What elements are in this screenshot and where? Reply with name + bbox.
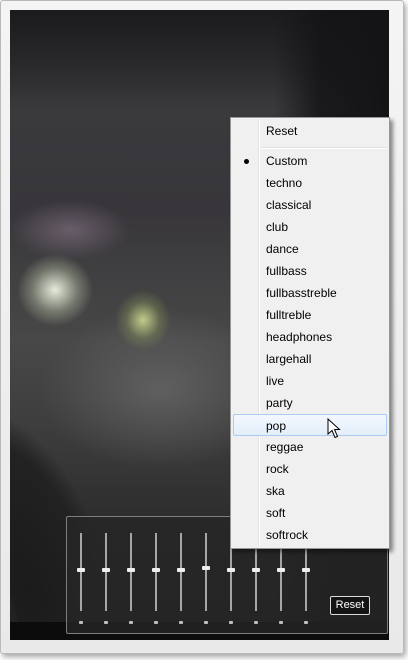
menu-item-reset[interactable]: Reset [233,120,387,142]
menu-item-label: pop [266,419,287,433]
slider-knob[interactable] [202,566,210,570]
eq-band-slider[interactable] [77,533,85,624]
band-marker [254,621,258,624]
band-marker [129,621,133,624]
menu-item-label: ska [266,484,285,498]
band-marker [279,621,283,624]
menu-item-label: classical [266,198,312,212]
menu-item-preset[interactable]: fulltreble [233,304,387,326]
band-marker [204,621,208,624]
menu-item-label: headphones [266,330,333,344]
slider-knob[interactable] [152,568,160,572]
band-marker [304,621,308,624]
menu-item-label: fullbass [266,264,307,278]
slider-knob[interactable] [127,568,135,572]
menu-item-preset[interactable]: ska [233,480,387,502]
menu-item-preset[interactable]: fullbass [233,260,387,282]
slider-knob[interactable] [102,568,110,572]
menu-item-preset[interactable]: fullbasstreble [233,282,387,304]
menu-item-preset[interactable]: classical [233,194,387,216]
band-marker [79,621,83,624]
menu-separator [261,147,386,149]
bullet-icon [244,159,249,164]
menu-item-label: Custom [266,154,308,168]
band-marker [104,621,108,624]
menu-item-preset[interactable]: reggae [233,436,387,458]
menu-item-preset[interactable]: largehall [233,348,387,370]
slider-knob[interactable] [77,568,85,572]
menu-item-preset[interactable]: soft [233,502,387,524]
menu-item-preset[interactable]: club [233,216,387,238]
menu-item-label: fullbasstreble [266,286,337,300]
slider-knob[interactable] [227,568,235,572]
slider-knob[interactable] [302,568,310,572]
equalizer-preset-menu: Reset Custom techno classical club dance… [230,117,390,549]
eq-reset-button[interactable]: Reset [330,596,370,615]
menu-item-label: softrock [266,528,309,542]
eq-band-slider[interactable] [127,533,135,624]
slider-knob[interactable] [177,568,185,572]
menu-item-preset[interactable]: live [233,370,387,392]
eq-band-slider[interactable] [102,533,110,624]
menu-item-label: club [266,220,289,234]
menu-item-preset-hovered[interactable]: pop [233,414,387,436]
menu-item-label: techno [266,176,303,190]
band-marker [154,621,158,624]
menu-item-preset[interactable]: softrock [233,524,387,546]
menu-item-label: fulltreble [266,308,312,322]
band-marker [229,621,233,624]
band-marker [179,621,183,624]
menu-item-preset[interactable]: Custom [233,150,387,172]
menu-item-label: rock [266,462,289,476]
slider-knob[interactable] [252,568,260,572]
menu-item-label: reggae [266,440,304,454]
menu-item-label: dance [266,242,299,256]
menu-item-label: party [266,396,293,410]
eq-band-slider[interactable] [152,533,160,624]
menu-item-label: live [266,374,285,388]
mouse-pointer-icon [327,418,341,439]
menu-item-preset[interactable]: dance [233,238,387,260]
menu-item-label: Reset [266,124,298,138]
menu-item-label: largehall [266,352,312,366]
slider-knob[interactable] [277,568,285,572]
menu-item-preset[interactable]: party [233,392,387,414]
menu-item-label: soft [266,506,286,520]
eq-band-slider[interactable] [177,533,185,624]
menu-item-preset[interactable]: techno [233,172,387,194]
menu-item-preset[interactable]: headphones [233,326,387,348]
menu-item-preset[interactable]: rock [233,458,387,480]
eq-band-slider[interactable] [202,533,210,624]
